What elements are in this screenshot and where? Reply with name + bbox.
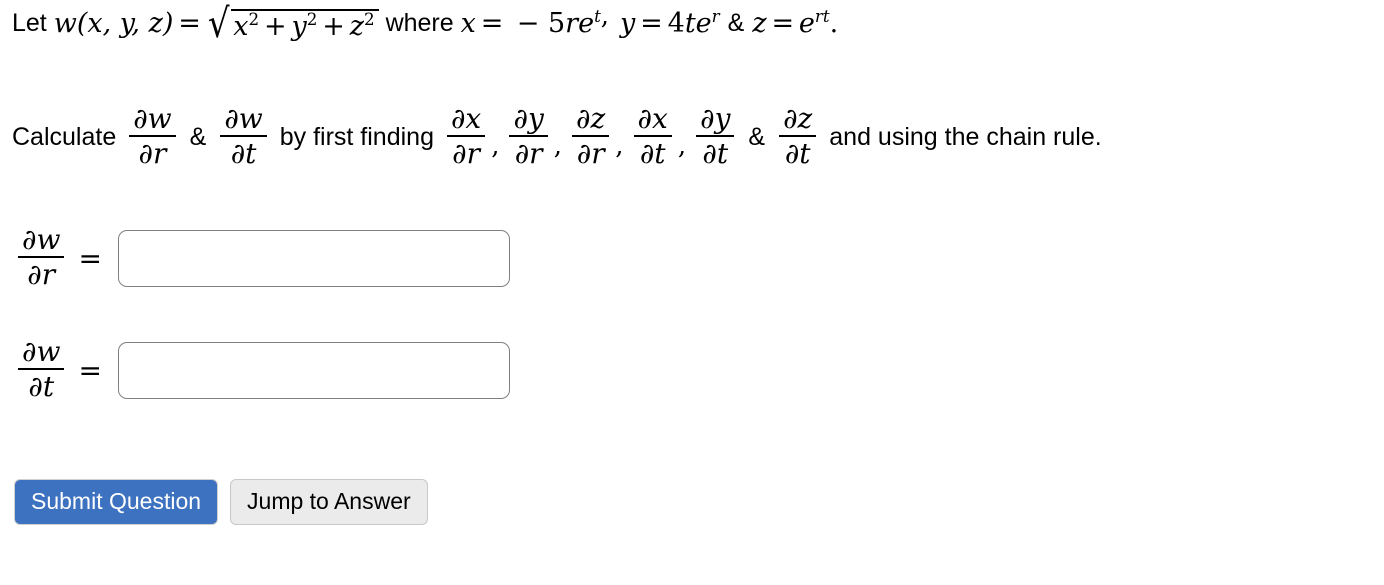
fraction-numerator: ∂z [576,102,606,135]
variable-z-value: ert [798,6,830,40]
equals-sign-y: = [640,8,663,40]
square-root-expression: √ x2 + y2 + z2 [206,1,379,47]
answer-label-dw-dr: ∂w ∂r [18,222,65,291]
target-partial-dw-dr: ∂w ∂r [129,102,176,171]
answer-label-dw-dt: ∂w ∂t [18,334,65,403]
variable-z-label: z [752,8,767,40]
equals-sign-x: = [480,8,504,40]
lead-text: Let [12,9,47,38]
equals-sign-w: = [178,8,201,40]
fraction-numerator: ∂x [450,102,482,135]
fraction-denominator: ∂r [576,137,605,171]
answer-input-dw-dr[interactable] [117,229,510,287]
fraction-numerator: ∂w [133,102,172,135]
partial-dz-dt: ∂z ∂t [779,102,817,171]
function-args: (x, y, z) [76,8,174,40]
by-first-finding-text: by first finding [279,122,434,151]
fraction-denominator: ∂r [514,137,543,171]
question-page: Let w (x, y, z) = √ x2 + y2 + z2 where x = −… [0,0,1384,585]
target-partial-dw-dt: ∂w ∂t [220,102,267,171]
radical-sign-icon: √ [207,1,230,47]
chain-rule-text: and using the chain rule. [829,122,1102,151]
comma-separator-5: , [677,131,687,162]
fraction-denominator: ∂r [27,258,56,291]
fraction-denominator: ∂t [784,137,811,171]
fraction-denominator: ∂r [138,137,167,171]
equals-sign-answer-1: = [78,241,102,275]
fraction-denominator: ∂t [639,137,666,171]
fraction-numerator: ∂y [513,102,544,135]
answer-row-dw-dt: ∂w ∂t = [12,330,510,410]
equals-sign-z: = [771,8,795,40]
ampersand-1: & [727,9,745,38]
fraction-numerator: ∂w [22,222,61,256]
partial-dy-dt: ∂y ∂t [696,102,735,171]
period-1: . [829,8,839,40]
fraction-denominator: ∂t [28,370,55,403]
fraction-denominator: ∂t [702,137,729,171]
partial-dy-dr: ∂y ∂r [509,102,548,171]
ampersand-2: & [189,122,207,151]
equals-sign-answer-2: = [78,353,102,387]
where-text: where [385,9,454,38]
submit-question-button[interactable]: Submit Question [14,479,219,525]
partial-dx-dt: ∂x ∂t [633,102,672,171]
variable-y-value: 4ter [667,6,720,40]
radicand: x2 + y2 + z2 [231,9,379,41]
ampersand-3: & [748,122,766,151]
button-bar: Submit Question Jump to Answer [14,479,428,525]
problem-statement-line-2: Calculate ∂w ∂r & ∂w ∂t by first finding… [12,102,1102,171]
comma-separator-2: , [491,131,500,162]
problem-statement-line-1: Let w (x, y, z) = √ x2 + y2 + z2 where x = −… [12,1,839,47]
partial-dz-dr: ∂z ∂r [572,102,610,171]
comma-separator-3: , [553,131,563,162]
comma-separator-1: , [600,0,610,31]
fraction-numerator: ∂y [700,102,731,135]
answer-row-dw-dr: ∂w ∂r = [12,218,510,298]
fraction-numerator: ∂w [224,102,263,135]
variable-y-label: y [620,8,636,40]
fraction-denominator: ∂r [452,137,481,171]
jump-to-answer-button[interactable]: Jump to Answer [230,479,428,525]
answer-input-dw-dt[interactable] [117,341,510,399]
partial-dx-dr: ∂x ∂r [446,102,486,171]
fraction-numerator: ∂x [637,102,668,135]
fraction-numerator: ∂z [783,102,813,135]
fraction-numerator: ∂w [22,334,61,368]
variable-x-label: x [460,8,476,40]
comma-separator-4: , [615,131,624,162]
calculate-text: Calculate [12,122,117,151]
function-name: w [53,8,77,40]
fraction-denominator: ∂t [230,137,257,171]
variable-x-value: − 5ret [508,6,601,40]
